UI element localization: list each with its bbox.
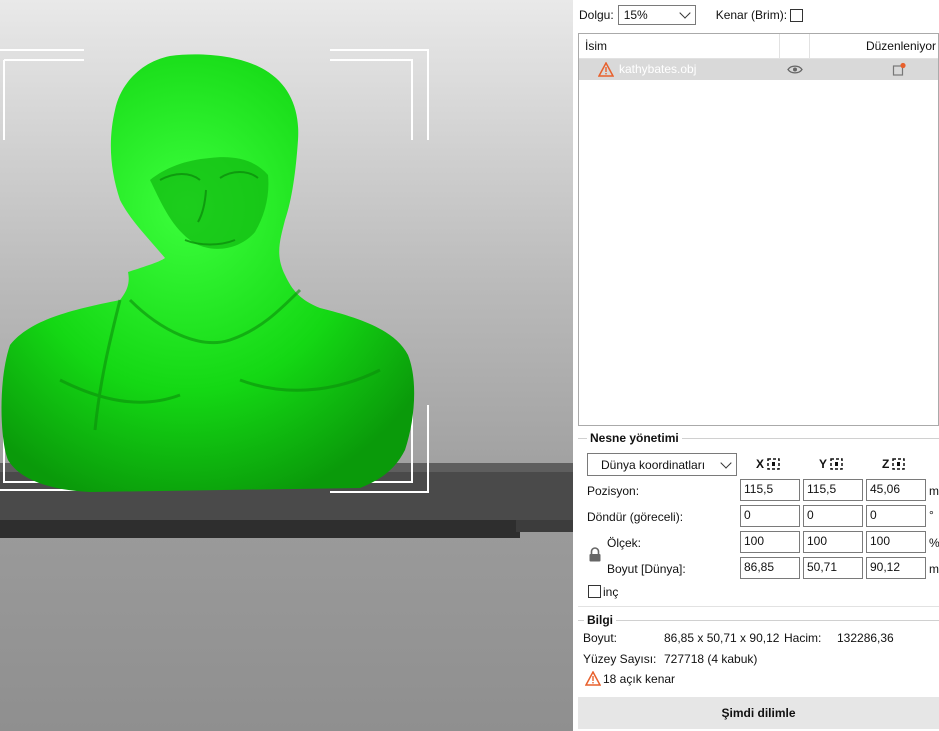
scale-unit: % bbox=[929, 536, 939, 550]
slice-now-button[interactable]: Şimdi dilimle bbox=[578, 697, 939, 729]
axis-x-header: X bbox=[756, 457, 780, 471]
lock-icon[interactable] bbox=[588, 547, 602, 562]
info-title: Bilgi bbox=[584, 613, 616, 627]
rotation-unit: ° bbox=[929, 508, 934, 522]
scale-x-input[interactable]: 100 bbox=[740, 531, 800, 553]
axis-x-label: X bbox=[756, 457, 765, 471]
inch-checkbox[interactable] bbox=[588, 585, 601, 598]
scale-y-input[interactable]: 100 bbox=[803, 531, 863, 553]
object-list[interactable]: İsim Düzenleniyor kathybates.obj bbox=[578, 33, 939, 426]
axis-z-label: Z bbox=[882, 457, 890, 471]
position-x-input[interactable]: 115,5 bbox=[740, 479, 800, 501]
chevron-down-icon bbox=[720, 456, 732, 469]
rotation-z-input[interactable]: 0 bbox=[866, 505, 926, 527]
size-x-input[interactable]: 86,85 bbox=[740, 557, 800, 579]
brim-checkbox[interactable] bbox=[790, 8, 804, 22]
object-name: kathybates.obj bbox=[619, 62, 697, 76]
coordinate-system-value: Dünya koordinatları bbox=[601, 457, 706, 472]
axis-y-drop-icon[interactable] bbox=[830, 458, 843, 470]
size-unit: m bbox=[929, 562, 939, 576]
column-name-header[interactable]: İsim bbox=[585, 39, 607, 53]
info-group bbox=[578, 620, 939, 621]
info-facets-label: Yüzey Sayısı: bbox=[583, 652, 657, 666]
coordinate-system-select[interactable]: Dünya koordinatları bbox=[587, 453, 737, 476]
infill-value: 15% bbox=[623, 8, 648, 22]
size-z-input[interactable]: 90,12 bbox=[866, 557, 926, 579]
warning-icon bbox=[598, 62, 614, 77]
infill-select[interactable]: 15% bbox=[617, 5, 696, 25]
infill-label: Dolgu: bbox=[579, 8, 614, 22]
info-size-value: 86,85 x 50,71 x 90,12 bbox=[664, 631, 780, 645]
position-y-input[interactable]: 115,5 bbox=[803, 479, 863, 501]
rotation-y-input[interactable]: 0 bbox=[803, 505, 863, 527]
axis-z-drop-icon[interactable] bbox=[892, 458, 906, 470]
object-list-header: İsim Düzenleniyor bbox=[579, 34, 938, 59]
scale-z-input[interactable]: 100 bbox=[866, 531, 926, 553]
info-size-label: Boyut: bbox=[583, 631, 618, 645]
position-label: Pozisyon: bbox=[587, 484, 640, 498]
axis-z-header: Z bbox=[882, 457, 906, 471]
infill-row: Dolgu: 15% Kenar (Brim): bbox=[579, 4, 804, 26]
axis-y-label: Y bbox=[819, 457, 828, 471]
position-unit: m bbox=[929, 484, 939, 498]
rotation-x-input[interactable]: 0 bbox=[740, 505, 800, 527]
edit-object-icon[interactable] bbox=[892, 62, 907, 77]
rotation-label: Döndür (göreceli): bbox=[587, 510, 684, 524]
size-y-input[interactable]: 50,71 bbox=[803, 557, 863, 579]
info-open-edges: 18 açık kenar bbox=[603, 672, 676, 686]
info-volume-label: Hacim: bbox=[784, 631, 822, 645]
info-group-top bbox=[578, 606, 939, 607]
warning-icon bbox=[585, 671, 601, 686]
object-manipulation-title: Nesne yönetimi bbox=[587, 431, 682, 445]
3d-viewport[interactable] bbox=[0, 0, 573, 731]
object-row[interactable]: kathybates.obj bbox=[579, 59, 938, 80]
model-bust[interactable] bbox=[1, 54, 415, 492]
axis-x-drop-icon[interactable] bbox=[767, 458, 780, 470]
chevron-down-icon bbox=[679, 7, 691, 19]
eye-icon[interactable] bbox=[787, 64, 803, 75]
axis-y-header: Y bbox=[819, 457, 843, 471]
inch-label: inç bbox=[603, 585, 619, 599]
brim-label: Kenar (Brim): bbox=[715, 8, 788, 22]
column-editing-header[interactable]: Düzenleniyor bbox=[866, 39, 936, 53]
scene-render bbox=[0, 49, 573, 538]
settings-panel: Dolgu: 15% Kenar (Brim): İsim Düzenleniy… bbox=[573, 0, 939, 731]
scale-label: Ölçek: bbox=[607, 536, 642, 550]
size-label: Boyut [Dünya]: bbox=[607, 562, 686, 576]
position-z-input[interactable]: 45,06 bbox=[866, 479, 926, 501]
info-volume-value: 132286,36 bbox=[837, 631, 894, 645]
info-facets-value: 727718 (4 kabuk) bbox=[664, 652, 758, 666]
